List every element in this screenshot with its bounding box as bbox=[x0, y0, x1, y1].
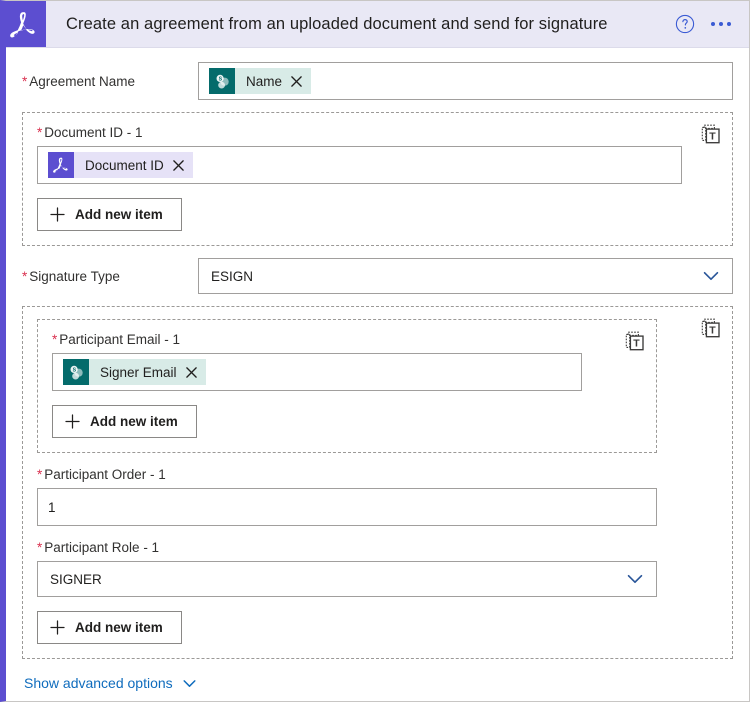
required-asterisk: * bbox=[22, 268, 28, 284]
field-signature-type: * Signature Type ESIGN bbox=[22, 258, 733, 294]
adobe-acrobat-icon bbox=[6, 1, 46, 47]
svg-text:S: S bbox=[218, 76, 222, 82]
page-title: Create an agreement from an uploaded doc… bbox=[66, 14, 608, 33]
svg-text:T: T bbox=[709, 324, 716, 336]
close-icon[interactable] bbox=[291, 75, 302, 87]
show-advanced-options-label: Show advanced options bbox=[24, 675, 173, 691]
sharepoint-icon: S bbox=[63, 359, 89, 385]
add-new-item-label: Add new item bbox=[75, 620, 163, 635]
field-participant-order: * Participant Order - 1 1 bbox=[37, 467, 657, 526]
document-id-array: T * Document ID - 1 Document ID Add new … bbox=[22, 112, 733, 246]
required-asterisk: * bbox=[37, 467, 43, 482]
token-label: Signer Email bbox=[100, 364, 177, 380]
participant-email-input[interactable]: S Signer Email bbox=[52, 353, 582, 391]
switch-to-text-mode-icon[interactable]: T bbox=[700, 123, 722, 145]
participants-array: T T * Participant Email - 1 S Signer Ema… bbox=[22, 306, 733, 659]
required-asterisk: * bbox=[22, 73, 28, 89]
signature-type-label: * Signature Type bbox=[22, 268, 120, 284]
card-header: Create an agreement from an uploaded doc… bbox=[6, 1, 749, 48]
adobe-acrobat-icon bbox=[48, 152, 74, 178]
token-label: Name bbox=[246, 73, 283, 89]
more-horizontal-icon[interactable] bbox=[709, 18, 733, 30]
card-body: * Agreement Name S Name T * Document ID … bbox=[6, 48, 749, 693]
header-actions bbox=[675, 14, 749, 34]
required-asterisk: * bbox=[52, 332, 58, 347]
add-new-item-button-participant-email[interactable]: Add new item bbox=[52, 405, 197, 438]
svg-text:S: S bbox=[72, 367, 76, 373]
chevron-down-icon[interactable] bbox=[626, 570, 644, 588]
token-label: Document ID bbox=[85, 157, 164, 173]
switch-to-text-mode-icon[interactable]: T bbox=[700, 317, 722, 339]
svg-text:T: T bbox=[633, 337, 640, 349]
add-new-item-button-document-id[interactable]: Add new item bbox=[37, 198, 182, 231]
participant-role-value: SIGNER bbox=[50, 571, 102, 587]
participant-email-array: T * Participant Email - 1 S Signer Email… bbox=[37, 319, 657, 453]
document-id-input[interactable]: Document ID bbox=[37, 146, 682, 184]
signature-type-value: ESIGN bbox=[211, 268, 254, 284]
required-asterisk: * bbox=[37, 540, 43, 555]
agreement-name-label: * Agreement Name bbox=[22, 73, 136, 89]
token-name[interactable]: S Name bbox=[209, 68, 312, 94]
chevron-down-icon bbox=[183, 679, 196, 687]
participant-order-label: * Participant Order - 1 bbox=[37, 467, 166, 482]
add-new-item-label: Add new item bbox=[75, 207, 163, 222]
chevron-down-icon[interactable] bbox=[702, 267, 720, 285]
switch-to-text-mode-icon[interactable]: T bbox=[624, 330, 646, 352]
document-id-label: * Document ID - 1 bbox=[37, 125, 143, 140]
close-icon[interactable] bbox=[173, 159, 184, 171]
signature-type-select[interactable]: ESIGN bbox=[198, 258, 733, 294]
agreement-name-input[interactable]: S Name bbox=[198, 62, 733, 100]
add-new-item-button-participants[interactable]: Add new item bbox=[37, 611, 182, 644]
plus-icon bbox=[50, 620, 65, 635]
participant-role-label: * Participant Role - 1 bbox=[37, 540, 160, 555]
participant-order-value: 1 bbox=[48, 499, 56, 515]
token-signer-email[interactable]: S Signer Email bbox=[63, 359, 206, 385]
show-advanced-options-link[interactable]: Show advanced options bbox=[24, 675, 197, 691]
sharepoint-icon: S bbox=[209, 68, 235, 94]
required-asterisk: * bbox=[37, 125, 43, 140]
add-new-item-label: Add new item bbox=[90, 414, 178, 429]
close-icon[interactable] bbox=[185, 366, 197, 378]
help-circle-icon[interactable] bbox=[675, 14, 695, 34]
plus-icon bbox=[65, 414, 80, 429]
svg-text:T: T bbox=[709, 130, 716, 142]
plus-icon bbox=[50, 207, 65, 222]
participant-order-input[interactable]: 1 bbox=[37, 488, 657, 526]
participant-role-select[interactable]: SIGNER bbox=[37, 561, 657, 597]
participant-email-label: * Participant Email - 1 bbox=[52, 332, 181, 347]
field-agreement-name: * Agreement Name S Name bbox=[22, 62, 733, 100]
token-document-id[interactable]: Document ID bbox=[48, 152, 193, 178]
field-participant-role: * Participant Role - 1 SIGNER bbox=[37, 540, 657, 597]
flow-action-card: Create an agreement from an uploaded doc… bbox=[0, 0, 750, 702]
